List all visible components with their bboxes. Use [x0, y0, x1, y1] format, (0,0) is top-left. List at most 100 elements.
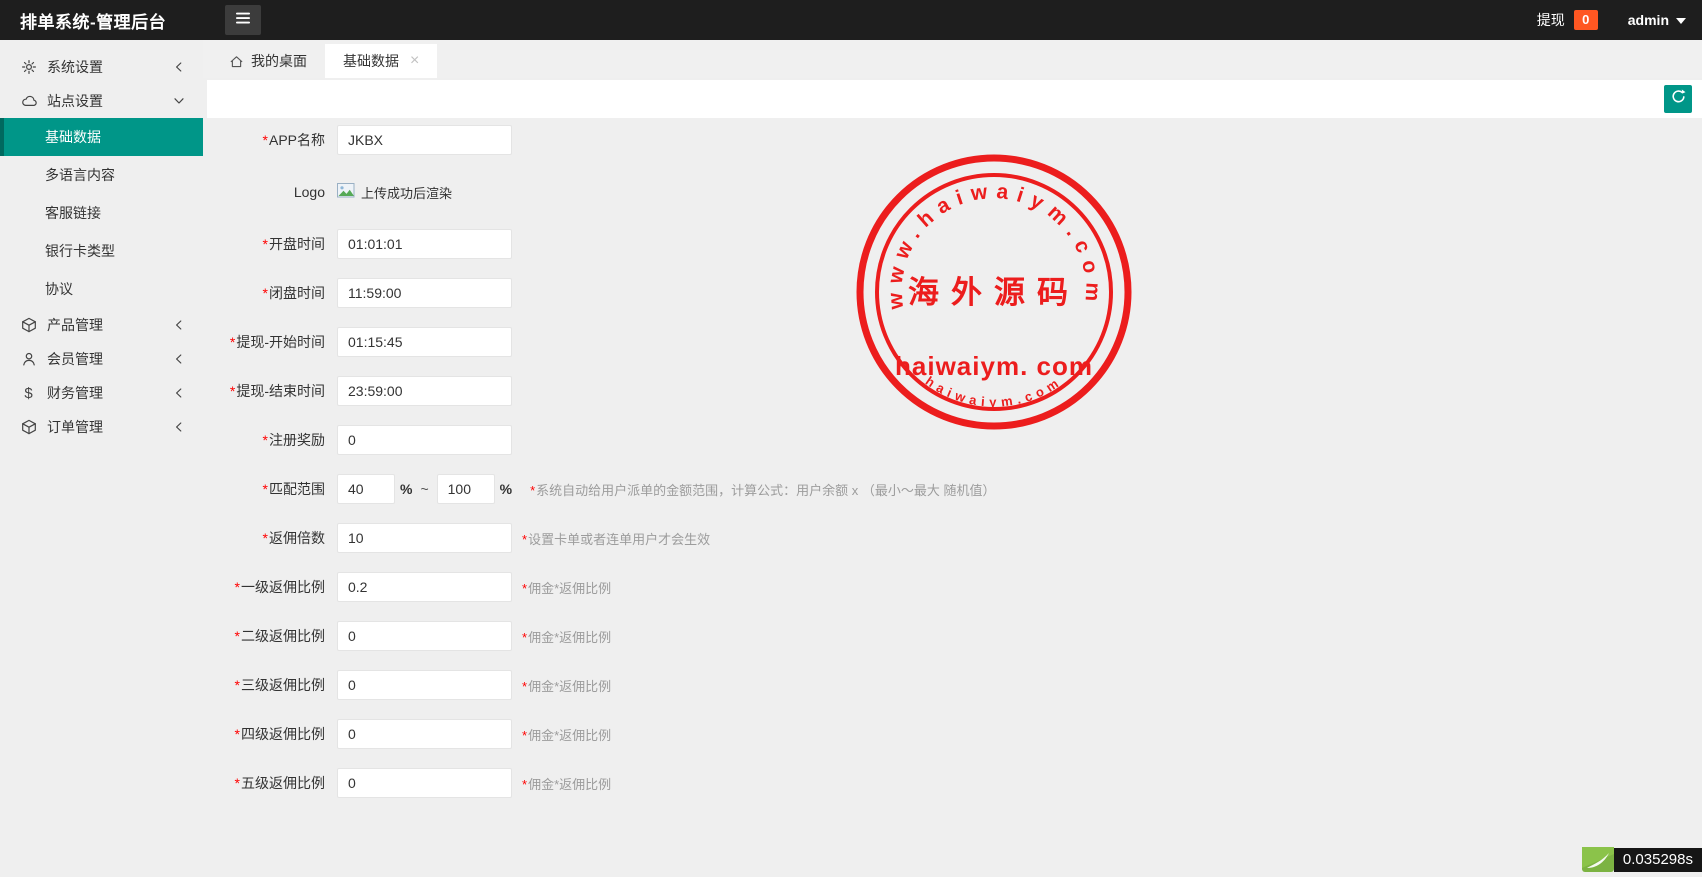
hint-asterisk: * [522, 777, 527, 792]
toolbar [207, 80, 1702, 118]
rebate-ratio-2-input[interactable] [337, 621, 512, 651]
sidebar-item-product-mgmt[interactable]: 产品管理 [0, 308, 203, 342]
sidebar-item-member-mgmt[interactable]: 会员管理 [0, 342, 203, 376]
percent-unit: % [500, 481, 512, 497]
sidebar-menu: 系统设置站点设置基础数据多语言内容客服链接银行卡类型协议产品管理会员管理 $ 财务管… [0, 50, 203, 444]
form-row-close-time: *闭盘时间 [203, 278, 1702, 308]
dollar-icon: $ [20, 385, 37, 402]
withdraw-end-time-input[interactable] [337, 376, 512, 406]
form-row-rebate-ratio-3: *三级返佣比例 *佣金*返佣比例 [203, 670, 1702, 700]
required-asterisk: * [263, 236, 268, 252]
withdraw-start-time-input[interactable] [337, 327, 512, 357]
field-label-logo: Logo [203, 184, 337, 200]
withdraw-count-badge: 0 [1574, 10, 1598, 30]
field-label-text: 闭盘时间 [269, 285, 325, 301]
required-asterisk: * [230, 383, 235, 399]
sidebar-item-label: 订单管理 [47, 417, 171, 437]
form-row-rebate-ratio-1: *一级返佣比例*佣金*返佣比例 [203, 572, 1702, 602]
app-name-input[interactable] [337, 125, 512, 155]
user-icon [20, 351, 37, 368]
sidebar-item-bankcard-types[interactable]: 银行卡类型 [0, 232, 203, 270]
field-label-text: 提现-结束时间 [236, 383, 325, 399]
tab-my-desktop[interactable]: 我的桌面 [211, 44, 325, 78]
close-time-input[interactable] [337, 278, 512, 308]
required-asterisk: * [263, 285, 268, 301]
form-row-withdraw-start-time: *提现-开始时间 [203, 327, 1702, 357]
sidebar-subitem-label: 协议 [45, 281, 73, 297]
form-row-rebate-ratio-2: *二级返佣比例*佣金*返佣比例 [203, 621, 1702, 651]
field-hint-rebate-ratio-4: *佣金*返佣比例 [522, 725, 611, 744]
rebate-ratio-4-input[interactable] [337, 719, 512, 749]
form-row-rebate-ratio-4: *四级返佣比例*佣金*返佣比例 [203, 719, 1702, 749]
field-hint-rebate-ratio-5: *佣金*返佣比例 [522, 774, 611, 793]
field-label-rebate-ratio-3: *三级返佣比例 [203, 675, 337, 695]
field-label-withdraw-end-time: *提现-结束时间 [203, 381, 337, 401]
field-hint-rebate-ratio-1: *佣金*返佣比例 [522, 578, 611, 597]
hint-asterisk: * [522, 728, 527, 743]
hint-text: 佣金*返佣比例 [528, 679, 611, 694]
field-hint-rebate-ratio-3: *佣金*返佣比例 [522, 676, 611, 695]
user-menu[interactable]: admin [1628, 12, 1686, 28]
register-reward-input[interactable] [337, 425, 512, 455]
tab-bar: 我的桌面 基础数据 × [203, 40, 1702, 78]
field-label-text: 返佣倍数 [269, 530, 325, 546]
hint-text: 设置卡单或者连单用户才会生效 [528, 532, 710, 547]
rebate-ratio-3-input[interactable] [337, 670, 512, 700]
tab-label: 基础数据 [343, 51, 399, 71]
withdraw-menu-item[interactable]: 提现 0 [1537, 10, 1598, 30]
chevron-left-icon [171, 317, 187, 333]
sidebar-item-agreement[interactable]: 协议 [0, 270, 203, 308]
hamburger-icon [235, 11, 251, 30]
sidebar-item-service-links[interactable]: 客服链接 [0, 194, 203, 232]
tab-label: 我的桌面 [251, 51, 307, 71]
username: admin [1628, 12, 1669, 28]
field-label-rebate-multiple: *返佣倍数 [203, 528, 337, 548]
sidebar-item-label: 会员管理 [47, 349, 171, 369]
sidebar-item-order-mgmt[interactable]: 订单管理 [0, 410, 203, 444]
sidebar-subitem-label: 基础数据 [45, 129, 101, 145]
field-label-text: APP名称 [269, 132, 325, 148]
form-row-register-reward: *注册奖励 [203, 425, 1702, 455]
required-asterisk: * [263, 481, 268, 497]
field-label-text: 匹配范围 [269, 481, 325, 497]
form-row-rebate-multiple: *返佣倍数*设置卡单或者连单用户才会生效 [203, 523, 1702, 553]
withdraw-label: 提现 [1537, 10, 1565, 30]
rebate-ratio-1-input[interactable] [337, 572, 512, 602]
thinkphp-trace-icon[interactable] [1582, 847, 1614, 872]
field-label-register-reward: *注册奖励 [203, 430, 337, 450]
sidebar-fold-button[interactable] [225, 5, 261, 35]
sidebar: 系统设置站点设置基础数据多语言内容客服链接银行卡类型协议产品管理会员管理 $ 财务管… [0, 40, 203, 872]
sidebar-subitem-label: 客服链接 [45, 205, 101, 221]
hint-asterisk: * [522, 532, 527, 547]
tab-basic-data[interactable]: 基础数据 × [325, 44, 437, 78]
field-label-withdraw-start-time: *提现-开始时间 [203, 332, 337, 352]
refresh-icon [1670, 88, 1687, 110]
logo-preview: 上传成功后渲染 [337, 183, 452, 202]
field-label-text: 注册奖励 [269, 432, 325, 448]
exec-time-value: 0.035298s [1614, 848, 1702, 872]
match-range-max-input[interactable] [437, 474, 495, 504]
refresh-button[interactable] [1664, 85, 1692, 113]
sidebar-item-label: 产品管理 [47, 315, 171, 335]
sidebar-item-label: 财务管理 [47, 383, 171, 403]
field-hint-rebate-multiple: *设置卡单或者连单用户才会生效 [522, 529, 710, 548]
close-icon[interactable]: × [410, 53, 419, 69]
sidebar-item-finance-mgmt[interactable]: $ 财务管理 [0, 376, 203, 410]
required-asterisk: * [235, 628, 240, 644]
site-icon [20, 93, 37, 110]
match-range-min-input[interactable] [337, 474, 395, 504]
hint-asterisk: * [530, 483, 535, 498]
sidebar-item-basic-data[interactable]: 基础数据 [0, 118, 203, 156]
rebate-ratio-5-input[interactable] [337, 768, 512, 798]
hint-text: 佣金*返佣比例 [528, 630, 611, 645]
form-row-app-name: *APP名称 [203, 125, 1702, 155]
sidebar-subitem-label: 多语言内容 [45, 167, 115, 183]
open-time-input[interactable] [337, 229, 512, 259]
sidebar-item-site-settings[interactable]: 站点设置 [0, 84, 203, 118]
sidebar-item-system-settings[interactable]: 系统设置 [0, 50, 203, 84]
sidebar-item-multilang-content[interactable]: 多语言内容 [0, 156, 203, 194]
cube-icon [20, 419, 37, 436]
rebate-multiple-input[interactable] [337, 523, 512, 553]
hint-text: 佣金*返佣比例 [528, 581, 611, 596]
topbar: 排单系统-管理后台 提现 0 admin [0, 0, 1702, 40]
